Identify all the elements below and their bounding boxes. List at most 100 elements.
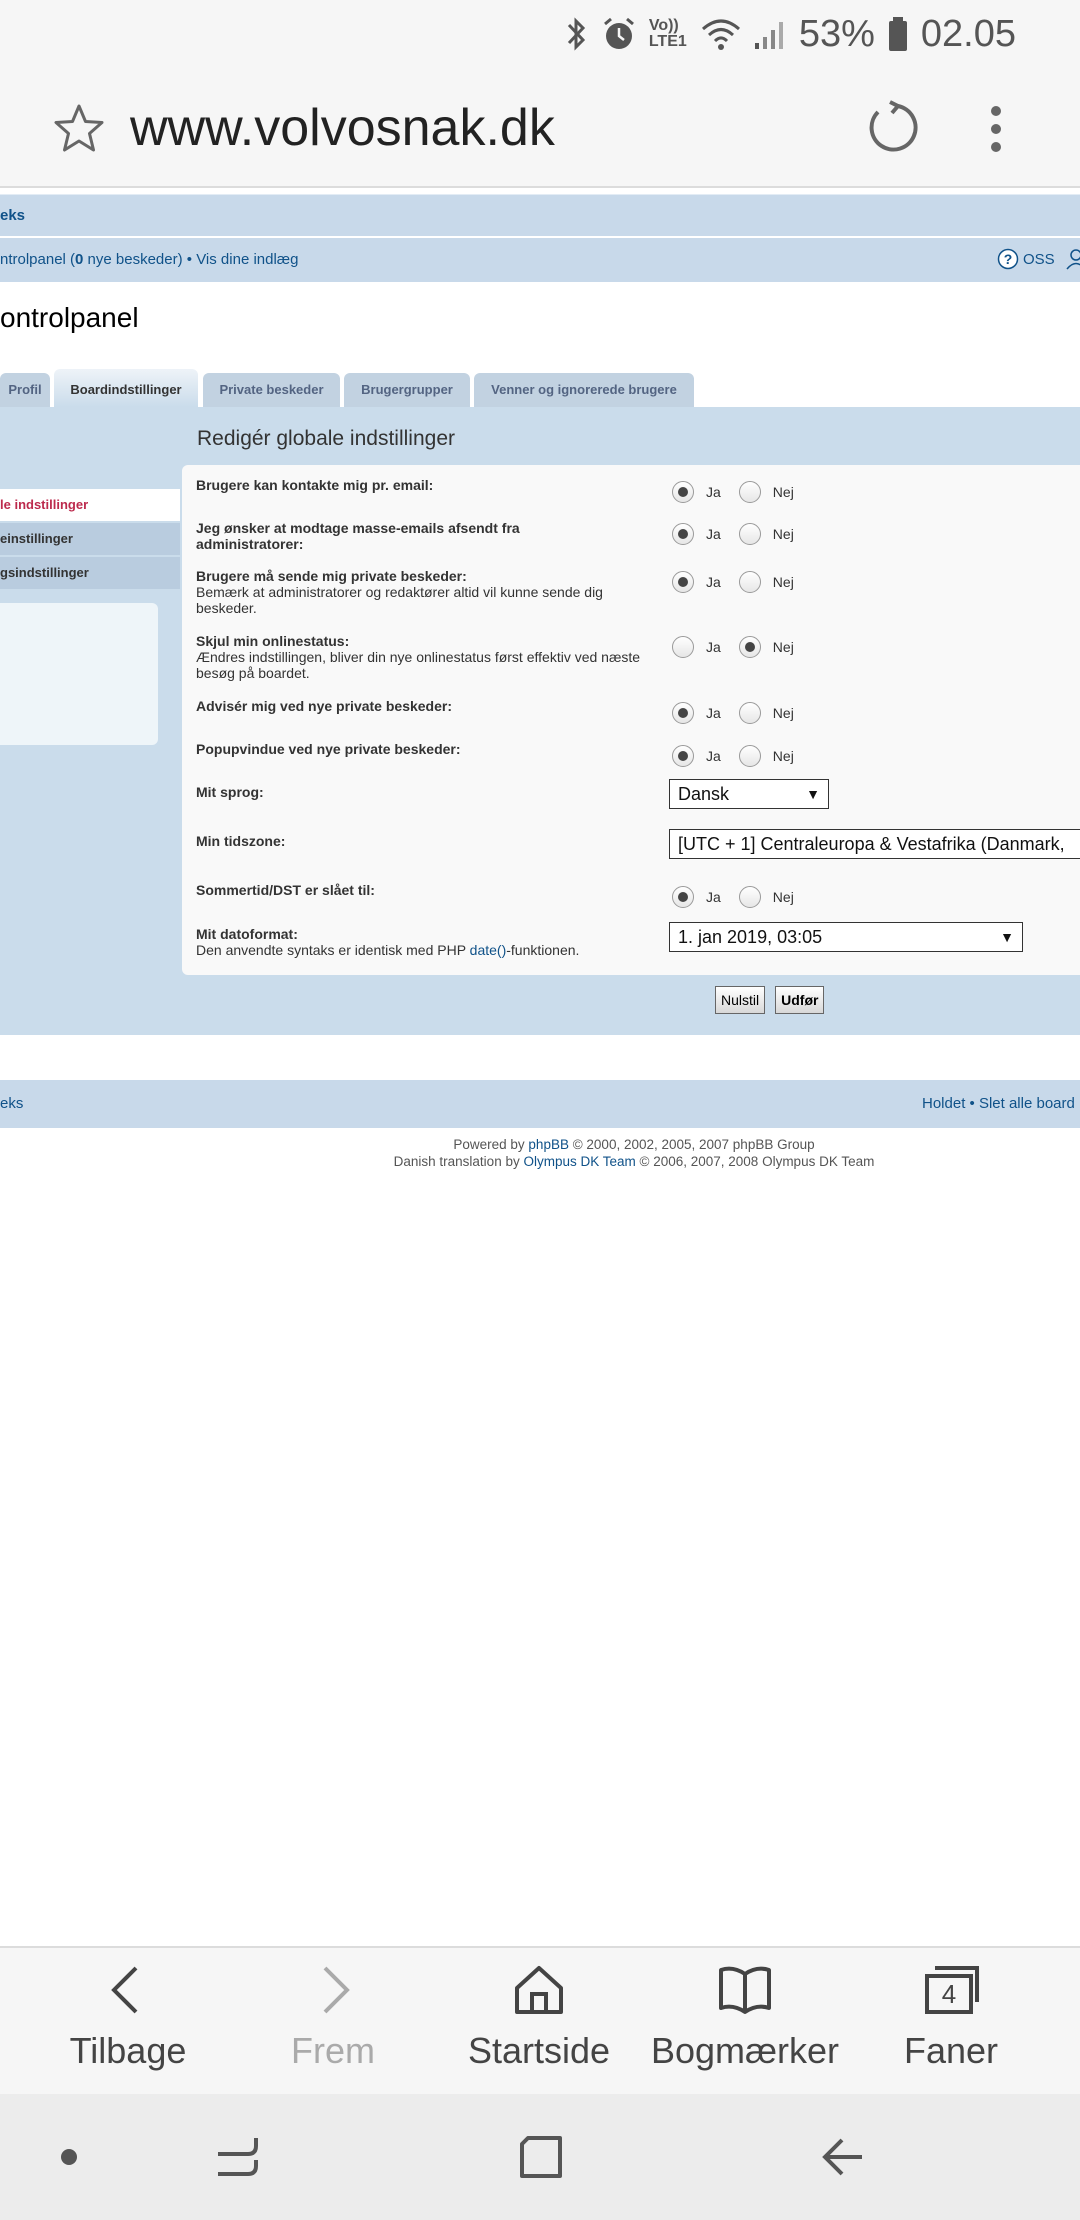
url-field[interactable]: www.volvosnak.dk: [130, 98, 555, 158]
setting-note: Ændres indstillingen, bliver din nye onl…: [196, 649, 641, 681]
radio-no[interactable]: [738, 523, 761, 545]
olympus-link[interactable]: Olympus DK Team: [523, 1154, 635, 1169]
setting-label: Popupvindue ved nye private beskeder:: [196, 741, 461, 757]
controlpanel-link[interactable]: ntrolpanel (0 nye beskeder) • Vis dine i…: [0, 251, 299, 268]
view-posts-text: nye beskeder) • Vis dine indlæg: [83, 251, 299, 268]
radio-no-label: Nej: [772, 639, 794, 655]
settings-form: Brugere kan kontakte mig pr. email: Ja N…: [182, 465, 1080, 975]
radio-yes[interactable]: [672, 571, 694, 593]
footer-links[interactable]: Holdet • Slet alle board: [922, 1095, 1075, 1112]
setting-options: Ja Nej: [672, 523, 812, 545]
radio-yes[interactable]: [672, 702, 694, 724]
radio-no-label: Nej: [772, 889, 794, 905]
dateformat-value: 1. jan 2019, 03:05: [678, 927, 823, 947]
more-options-icon[interactable]: [988, 104, 1004, 154]
radio-no-label: Nej: [772, 705, 794, 721]
radio-yes[interactable]: [672, 481, 694, 503]
breadcrumb-link[interactable]: eks: [0, 207, 25, 224]
dateformat-select[interactable]: 1. jan 2019, 03:05 ▼: [669, 922, 1023, 952]
breadcrumb-bar: eks: [0, 194, 1080, 236]
tab-usergroups[interactable]: Brugergrupper: [344, 373, 470, 407]
home-square-icon[interactable]: [518, 2134, 564, 2180]
side-navigation: le indstillinger einstillinger gsindstil…: [0, 489, 180, 591]
reset-button[interactable]: Nulstil: [715, 986, 766, 1014]
home-button[interactable]: Startside: [436, 1960, 642, 2072]
faq-link[interactable]: ? OSS: [997, 248, 1080, 270]
footer-breadcrumb-link[interactable]: eks: [0, 1095, 23, 1112]
setting-options: Ja Nej: [672, 571, 812, 593]
tab-count: 4: [942, 1979, 956, 2009]
members-icon[interactable]: [1065, 248, 1080, 270]
radio-yes-label: Ja: [706, 889, 721, 905]
recent-apps-icon[interactable]: [214, 2134, 260, 2180]
radio-no[interactable]: [738, 481, 761, 503]
sidebar-box: [0, 603, 158, 745]
submit-button[interactable]: Udfør: [775, 986, 825, 1014]
setting-label: Brugere kan kontakte mig pr. email:: [196, 477, 434, 493]
radio-yes-label: Ja: [706, 705, 721, 721]
tab-friends-foes[interactable]: Venner og ignorerede brugere: [474, 373, 694, 407]
powered-by-line: Powered by phpBB © 2000, 2002, 2005, 200…: [0, 1136, 1080, 1153]
radio-yes-label: Ja: [706, 526, 721, 542]
faq-label: OSS: [1023, 250, 1055, 268]
setting-options: Ja Nej: [672, 702, 812, 724]
sidebar-item-post-settings[interactable]: einstillinger: [0, 523, 180, 555]
radio-yes-label: Ja: [706, 639, 721, 655]
forward-button[interactable]: Frem: [230, 1960, 436, 2072]
phpbb-link[interactable]: phpBB: [528, 1137, 569, 1152]
setting-row: Brugere kan kontakte mig pr. email:: [196, 477, 666, 493]
timezone-select[interactable]: [UTC + 1] Centraleuropa & Vestafrika (Da…: [669, 829, 1080, 859]
powered-text: Powered by: [453, 1137, 529, 1152]
tab-private-messages[interactable]: Private beskeder: [203, 373, 340, 407]
dot-icon[interactable]: [60, 2148, 78, 2166]
setting-row: Sommertid/DST er slået til:: [196, 882, 666, 898]
setting-label: Mit sprog:: [196, 784, 264, 800]
radio-yes[interactable]: [672, 523, 694, 545]
radio-no-label: Nej: [772, 748, 794, 764]
setting-label: Brugere må sende mig private beskeder:: [196, 568, 467, 584]
bookmarks-button[interactable]: Bogmærker: [642, 1960, 848, 2072]
controlpanel-text: ntrolpanel (: [0, 251, 76, 268]
setting-options: Ja Nej: [672, 745, 812, 767]
setting-label: Jeg ønsker at modtage masse-emails afsen…: [196, 520, 520, 552]
translation-text: Danish translation by: [393, 1154, 524, 1169]
setting-label: Mit datoformat:: [196, 926, 298, 942]
sidebar-item-display-settings[interactable]: gsindstillinger: [0, 557, 180, 589]
setting-row: Advisér mig ved nye private beskeder:: [196, 698, 666, 714]
bookmark-star-icon[interactable]: [52, 102, 106, 156]
radio-yes[interactable]: [672, 745, 694, 767]
language-select[interactable]: Dansk ▼: [669, 779, 829, 809]
radio-yes[interactable]: [672, 886, 694, 908]
bookmarks-book-icon: [719, 1966, 771, 2014]
setting-options: Ja Nej: [672, 481, 812, 503]
setting-row: Min tidszone:: [196, 833, 666, 849]
signal-icon: [754, 22, 783, 49]
tabs-icon: 4: [925, 1966, 979, 2014]
alarm-icon: [603, 17, 634, 49]
radio-yes[interactable]: [672, 636, 694, 658]
tabs-label: Faner: [903, 2030, 999, 2071]
setting-label: Sommertid/DST er slået til:: [196, 882, 375, 898]
bluetooth-icon: [567, 17, 585, 51]
page-title: ontrolpanel: [0, 302, 139, 333]
date-function-link[interactable]: date(): [470, 942, 507, 958]
radio-no[interactable]: [738, 571, 761, 593]
home-label: Startside: [467, 2030, 611, 2071]
radio-no[interactable]: [738, 702, 761, 724]
powered-text: © 2000, 2002, 2005, 2007 phpBB Group: [568, 1137, 815, 1152]
radio-no[interactable]: [738, 886, 761, 908]
sidebar-item-global-settings[interactable]: le indstillinger: [0, 489, 180, 521]
tab-profile[interactable]: Profil: [0, 373, 50, 407]
tabs-button[interactable]: 4 Faner: [848, 1960, 1054, 2072]
radio-no-label: Nej: [772, 526, 794, 542]
back-button[interactable]: Tilbage: [25, 1960, 231, 2072]
radio-no[interactable]: [738, 636, 761, 658]
setting-row: Mit sprog:: [196, 784, 666, 800]
back-nav-icon[interactable]: [820, 2134, 866, 2180]
home-icon: [515, 1966, 563, 2014]
radio-no[interactable]: [738, 745, 761, 767]
copyright: Powered by phpBB © 2000, 2002, 2005, 200…: [0, 1136, 1080, 1170]
radio-yes-label: Ja: [706, 484, 721, 500]
reload-icon[interactable]: [864, 100, 920, 156]
tab-board-settings[interactable]: Boardindstillinger: [54, 369, 198, 407]
